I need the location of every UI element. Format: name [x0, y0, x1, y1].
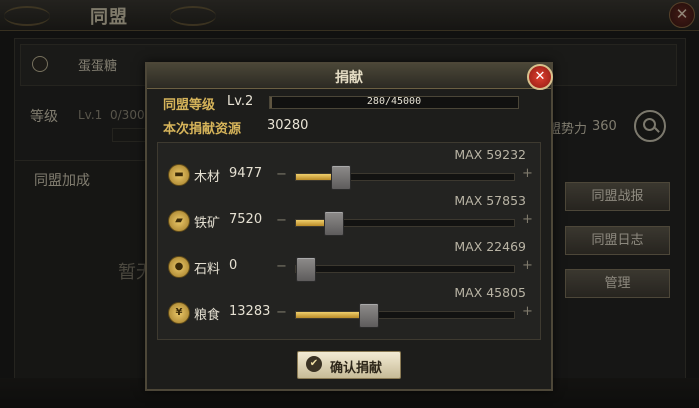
resource-amount: 7520 [229, 212, 263, 227]
resource-row-wood: ▬ 木材 9477 MAX 59232 − + [158, 143, 540, 190]
resource-max: MAX 57853 [454, 193, 526, 208]
iron-icon: ▰ [168, 210, 190, 232]
resource-name: 石料 [194, 262, 221, 277]
resource-max: MAX 59232 [454, 147, 526, 162]
close-icon[interactable]: ✕ [527, 64, 553, 90]
resource-amount: 13283 [229, 304, 271, 319]
alliance-level-value: Lv.2 [227, 94, 254, 109]
confirm-donate-button[interactable]: ✔ 确认捐献 [297, 351, 401, 379]
decrease-button[interactable]: − [276, 167, 287, 182]
resource-row-grain: ¥ 粮食 13283 MAX 45805 − + [158, 281, 540, 328]
increase-button[interactable]: + [522, 212, 533, 227]
resource-name: 粮食 [194, 308, 221, 323]
increase-button[interactable]: + [522, 258, 533, 273]
decrease-button[interactable]: − [276, 305, 287, 320]
alliance-level-label: 同盟等级 [163, 98, 216, 113]
slider-handle[interactable] [324, 211, 345, 236]
slider-fill [296, 220, 325, 226]
slider-handle[interactable] [330, 165, 351, 190]
dialog-title: 捐献 [335, 70, 363, 86]
increase-button[interactable]: + [522, 304, 533, 319]
resource-amount: 9477 [229, 166, 263, 181]
confirm-donate-label: 确认捐献 [330, 361, 383, 376]
slider-handle[interactable] [296, 257, 316, 282]
donate-dialog: 捐献 ✕ 同盟等级 Lv.2 280/45000 本次捐献资源 30280 ▬ … [145, 62, 553, 391]
resource-panel: ▬ 木材 9477 MAX 59232 − + ▰ 铁矿 7520 MAX 57… [157, 142, 541, 340]
slider-handle[interactable] [359, 303, 380, 328]
resource-slider[interactable] [295, 257, 515, 282]
donation-resources-value: 30280 [267, 118, 309, 133]
level-progress-bar: 280/45000 [269, 96, 519, 109]
resource-slider[interactable] [295, 211, 515, 236]
increase-button[interactable]: + [522, 166, 533, 181]
resource-slider[interactable] [295, 303, 515, 328]
resource-row-stone: ● 石料 0 MAX 22469 − + [158, 235, 540, 282]
resource-name: 铁矿 [194, 216, 221, 231]
stone-icon: ● [168, 256, 190, 278]
level-progress-text: 280/45000 [366, 96, 422, 107]
resource-max: MAX 22469 [454, 239, 526, 254]
slider-fill [296, 174, 331, 180]
resource-slider[interactable] [295, 165, 515, 190]
donation-resources-label: 本次捐献资源 [163, 122, 242, 137]
decrease-button[interactable]: − [276, 259, 287, 274]
dialog-header: 捐献 [147, 64, 551, 89]
resource-name: 木材 [194, 170, 221, 185]
grain-icon: ¥ [168, 302, 190, 324]
resource-max: MAX 45805 [454, 285, 526, 300]
slider-fill [296, 312, 360, 318]
resource-row-iron: ▰ 铁矿 7520 MAX 57853 − + [158, 189, 540, 236]
decrease-button[interactable]: − [276, 213, 287, 228]
checkmark-icon: ✔ [306, 356, 322, 372]
wood-icon: ▬ [168, 164, 190, 186]
resource-amount: 0 [229, 258, 238, 273]
